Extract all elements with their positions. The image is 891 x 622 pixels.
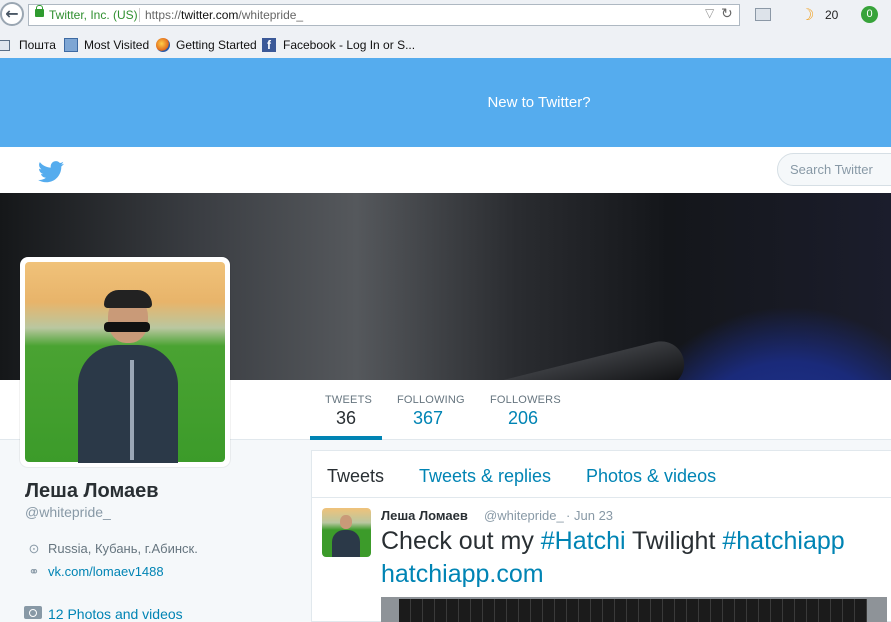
profile-handle[interactable]: @whitepride_	[25, 504, 111, 520]
tweet-author-handle[interactable]: @whitepride_	[484, 508, 564, 523]
site-identity[interactable]: Twitter, Inc. (US)	[49, 8, 138, 22]
stat-following-label[interactable]: FOLLOWING	[397, 394, 465, 406]
avatar-figure	[78, 345, 178, 463]
tweet-separator: ·	[566, 508, 571, 523]
tweet-avatar-figure	[332, 530, 360, 557]
bookmark-item[interactable]: Facebook - Log In or S...	[283, 38, 415, 52]
address-bar[interactable]: Twitter, Inc. (US) https://twitter.com/w…	[28, 4, 740, 26]
avatar-figure	[104, 322, 150, 332]
stat-tweets-count[interactable]: 36	[336, 408, 356, 429]
bookmark-item[interactable]: Most Visited	[84, 38, 149, 52]
search-placeholder[interactable]: Search Twitter	[790, 162, 873, 177]
extension-badge-icon[interactable]: 0	[861, 6, 878, 23]
avatar-figure	[104, 290, 152, 308]
profile-location: Russia, Кубань, г.Абинск.	[48, 541, 198, 556]
hashtag-link[interactable]: #Hatchi	[541, 527, 626, 555]
active-stat-indicator	[310, 436, 382, 440]
camera-icon	[24, 606, 42, 619]
photos-videos-link[interactable]: 12 Photos and videos	[48, 606, 183, 622]
hashtag-link[interactable]: #hatchiapp	[722, 527, 844, 555]
twitter-bird-icon[interactable]	[38, 161, 64, 183]
stat-followers-count[interactable]: 206	[508, 408, 538, 429]
firefox-icon	[156, 38, 170, 52]
tweet-link[interactable]: hatchiapp.com	[381, 560, 544, 588]
chevron-down-icon[interactable]: ▽	[705, 6, 714, 20]
bookmark-item[interactable]: Getting Started	[176, 38, 257, 52]
mail-icon[interactable]	[755, 8, 771, 21]
profile-website[interactable]: vk.com/lomaev1488	[48, 564, 164, 579]
profile-name[interactable]: Леша Ломаев	[25, 480, 159, 503]
avatar-figure	[130, 360, 134, 460]
tweet-media-image	[399, 599, 867, 622]
moon-count: 20	[825, 8, 839, 22]
link-icon: ⚭	[28, 564, 40, 579]
moon-icon[interactable]: ☽	[800, 5, 814, 25]
url-text[interactable]: https://twitter.com/whitepride_	[145, 8, 303, 22]
back-button[interactable]: ←	[0, 2, 24, 26]
reload-icon[interactable]: ↻	[721, 5, 733, 22]
banner-text[interactable]: New to Twitter?	[0, 94, 891, 111]
lock-icon	[35, 5, 44, 17]
tweet-text: Check out my #Hatchi Twilight #hatchiapp…	[381, 525, 881, 591]
tab-tweets-replies[interactable]: Tweets & replies	[419, 466, 551, 487]
bookmark-item[interactable]: Пошта	[19, 38, 56, 52]
facebook-icon: f	[262, 38, 276, 52]
stat-followers-label[interactable]: FOLLOWERS	[490, 394, 561, 406]
url-domain: twitter.com	[181, 8, 239, 22]
url-prefix: https://	[145, 8, 182, 22]
location-icon: ⊙	[28, 541, 40, 556]
tweet-text-part: Twilight	[625, 527, 723, 555]
cover-handlebar	[464, 336, 690, 380]
tweet-date[interactable]: Jun 23	[574, 508, 613, 523]
bookmarks-bar: Пошта Most Visited Getting Started f Fac…	[0, 31, 891, 59]
divider	[139, 8, 140, 22]
tweet-text-part: Check out my	[381, 527, 541, 555]
tab-tweets[interactable]: Tweets	[327, 466, 384, 487]
stat-following-count[interactable]: 367	[413, 408, 443, 429]
tweet-avatar-figure	[340, 515, 352, 529]
top-nav	[0, 147, 891, 194]
stat-tweets-label[interactable]: TWEETS	[325, 394, 372, 406]
tab-photos-videos[interactable]: Photos & videos	[586, 466, 716, 487]
bookmark-folder-icon	[64, 38, 78, 52]
mail-icon	[0, 40, 10, 51]
tweet-author-name[interactable]: Леша Ломаев	[381, 508, 468, 523]
url-path: /whitepride_	[238, 8, 304, 22]
